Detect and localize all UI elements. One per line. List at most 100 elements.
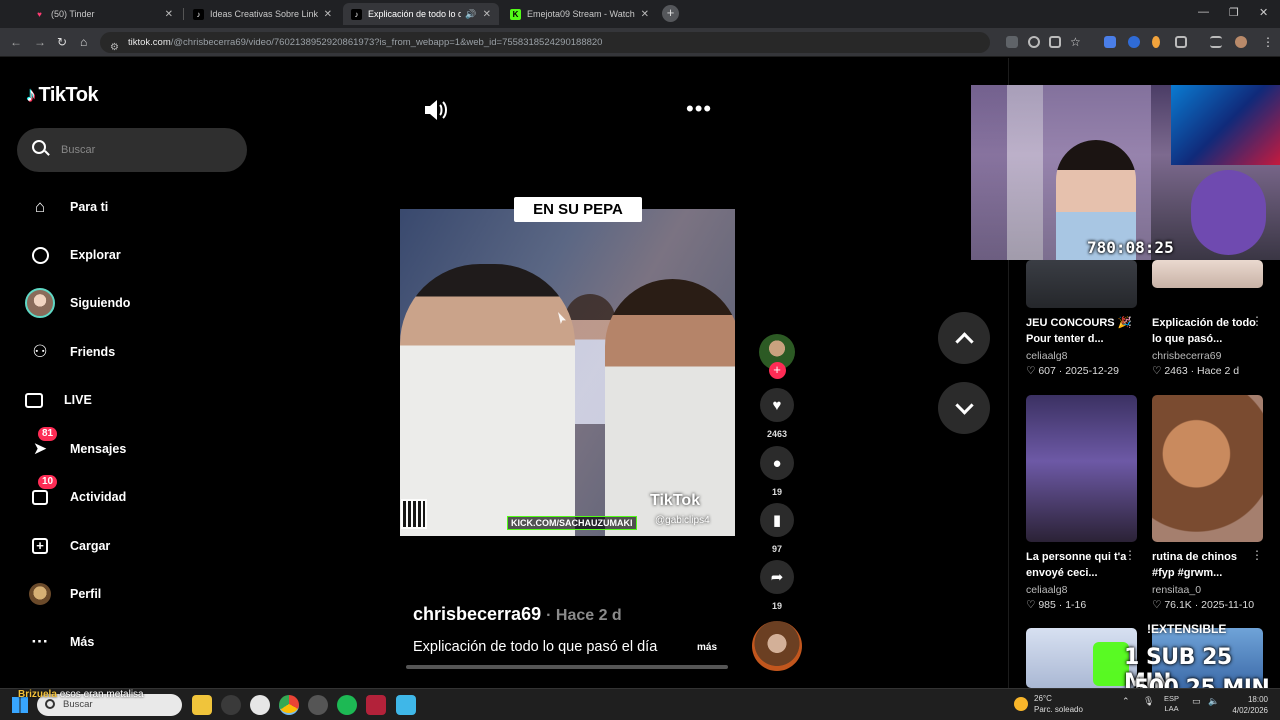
comment-action[interactable]: ● 19 — [757, 446, 797, 497]
chrome-icon[interactable] — [279, 695, 299, 715]
card-title[interactable]: La personne qui t'a envoyé ceci... — [1026, 549, 1136, 581]
url-bar[interactable]: ⚙ tiktok.com/@chrisbecerra69/video/76021… — [100, 32, 990, 53]
card-title[interactable]: Explicación de todo lo que pasó... — [1152, 315, 1262, 347]
clock[interactable]: 18:00 4/02/2026 — [1228, 694, 1268, 716]
new-tab-button[interactable]: + — [662, 5, 679, 22]
language-indicator[interactable]: ESP LAA — [1164, 694, 1179, 714]
extension-orange-icon[interactable] — [1152, 36, 1160, 48]
search-box[interactable] — [17, 128, 247, 172]
video-thumbnail[interactable] — [1152, 260, 1263, 288]
extensions-puzzle-icon[interactable] — [1175, 36, 1187, 48]
profile-avatar-icon[interactable] — [1235, 36, 1247, 48]
next-creator-avatar[interactable] — [752, 621, 802, 671]
tab-title: Emejota09 Stream - Watch Live — [527, 9, 635, 19]
more-description-link[interactable]: más — [697, 642, 717, 653]
spotify-icon[interactable] — [337, 695, 357, 715]
audio-playing-icon[interactable]: 🔊 — [465, 9, 476, 20]
bookmark-star-icon[interactable]: ☆ — [1070, 35, 1081, 49]
card-menu-icon[interactable]: ⋮ — [1251, 548, 1263, 562]
video-progress-bar[interactable] — [406, 665, 728, 669]
steam-icon[interactable] — [221, 695, 241, 715]
tab-tinder[interactable]: ♥ (50) Tinder ✕ — [26, 3, 181, 25]
tiktok-favicon-icon: ♪ — [193, 8, 204, 20]
card-menu-icon[interactable]: ⋮ — [1251, 314, 1263, 328]
notepad-icon[interactable] — [396, 695, 416, 715]
share-icon[interactable]: ➦ — [760, 560, 794, 594]
sidebar-item-para-ti[interactable]: ⌂ Para ti — [24, 191, 108, 223]
tab-close-icon[interactable]: ✕ — [641, 9, 649, 20]
share-action[interactable]: ➦ 19 — [757, 560, 797, 611]
sidebar-item-actividad[interactable]: 10 Actividad — [24, 475, 126, 513]
tab-close-icon[interactable]: ✕ — [165, 9, 173, 20]
sidebar-item-mensajes[interactable]: ➤ 81 Mensajes — [24, 427, 126, 465]
sidebar-item-perfil[interactable]: Perfil — [24, 578, 101, 610]
next-video-button[interactable] — [938, 382, 990, 434]
weather-widget[interactable]: 26°C Parc. soleado — [1014, 693, 1083, 715]
mic-icon[interactable]: 🎙 — [1143, 696, 1154, 707]
card-user[interactable]: celiaalg8 — [1026, 350, 1067, 362]
video-thumbnail[interactable] — [1152, 395, 1263, 542]
tab-close-icon[interactable]: ✕ — [324, 9, 332, 20]
tab-linkin[interactable]: ♪ Ideas Creativas Sobre Linkin Pa ✕ — [185, 3, 340, 25]
bookmark-icon[interactable]: ▮ — [760, 503, 794, 537]
volume-icon[interactable] — [423, 98, 449, 122]
card-user[interactable]: rensitaa_0 — [1152, 584, 1201, 596]
translate-icon[interactable] — [1006, 36, 1018, 48]
follow-plus-icon[interactable]: + — [768, 362, 786, 379]
maximize-icon[interactable]: ❐ — [1229, 6, 1239, 19]
extension-translate-icon[interactable] — [1104, 36, 1116, 48]
sidebar-item-explorar[interactable]: Explorar — [24, 239, 121, 271]
card-menu-icon[interactable]: ⋮ — [1124, 314, 1136, 328]
tab-explicacion-active[interactable]: ♪ Explicación de todo lo que 🔊 ✕ — [343, 3, 499, 25]
tab-search-icon[interactable] — [1210, 36, 1222, 48]
zoom-icon[interactable] — [1028, 36, 1040, 48]
previous-video-button[interactable] — [938, 312, 990, 364]
tiktok-logo[interactable]: ♪ TikTok — [26, 84, 99, 107]
sidebar-item-live[interactable]: LIVE — [18, 384, 92, 416]
reload-icon[interactable]: ↻ — [57, 35, 67, 49]
back-arrow-icon[interactable]: ← — [10, 35, 22, 49]
overwatch-icon[interactable] — [250, 695, 270, 715]
tab-kick-stream[interactable]: K Emejota09 Stream - Watch Live ✕ — [502, 3, 657, 25]
extension-audio-icon[interactable] — [1128, 36, 1140, 48]
file-explorer-icon[interactable] — [192, 695, 212, 715]
sidebar-item-siguiendo[interactable]: Siguiendo — [24, 287, 130, 319]
browser-menu-icon[interactable]: ⋮ — [1262, 35, 1274, 49]
card-menu-icon[interactable]: ⋮ — [1124, 548, 1136, 562]
app-icon[interactable] — [308, 695, 328, 715]
tray-chevron-icon[interactable]: ⌃ — [1122, 696, 1130, 707]
sidebar-item-cargar[interactable]: + Cargar — [24, 530, 110, 562]
video-thumbnail[interactable] — [1026, 395, 1137, 542]
home-button-icon[interactable]: ⌂ — [80, 35, 87, 49]
heart-icon[interactable]: ♥ — [760, 388, 794, 422]
site-info-icon[interactable]: ⚙ — [110, 37, 119, 53]
card-meta: ♡ 76.1K · 2025-11-10 — [1152, 599, 1255, 611]
share-count: 19 — [771, 601, 782, 611]
card-title[interactable]: rutina de chinos #fyp #grwm... — [1152, 549, 1262, 581]
like-action[interactable]: ♥ 2463 — [757, 388, 797, 439]
network-icon[interactable]: ▭ — [1192, 696, 1201, 707]
video-thumbnail[interactable] — [1026, 260, 1137, 308]
video-options-icon[interactable]: ••• — [686, 96, 712, 122]
video-player[interactable]: KICK.COM/SACHAUZUMAKI TikTok @gabiclips4 — [400, 209, 735, 536]
card-title[interactable]: JEU CONCOURS 🎉 Pour tenter d... — [1026, 315, 1136, 347]
card-likes: 607 — [1038, 365, 1056, 377]
sidebar-item-mas[interactable]: ··· Más — [24, 626, 95, 658]
card-user[interactable]: chrisbecerra69 — [1152, 350, 1221, 362]
video-author[interactable]: chrisbecerra69 · Hace 2 d — [413, 604, 622, 625]
speaker-icon[interactable]: 🔈 — [1208, 696, 1219, 707]
author-name[interactable]: chrisbecerra69 — [413, 604, 541, 624]
creator-avatar-button[interactable]: + — [757, 334, 797, 379]
install-app-icon[interactable] — [1049, 36, 1061, 48]
comment-icon[interactable]: ● — [760, 446, 794, 480]
forward-arrow-icon[interactable]: → — [34, 35, 46, 49]
search-input[interactable] — [61, 128, 241, 172]
valorant-icon[interactable] — [366, 695, 386, 715]
windows-taskbar: Buscar 26°C Parc. soleado ⌃ 🎙 ESP LAA ▭ 🔈 … — [0, 688, 1280, 720]
save-action[interactable]: ▮ 97 — [757, 503, 797, 554]
card-user[interactable]: celiaalg8 — [1026, 584, 1067, 596]
sidebar-item-friends[interactable]: ⚇ Friends — [24, 336, 115, 368]
tab-close-icon[interactable]: ✕ — [483, 9, 491, 20]
close-window-icon[interactable]: ✕ — [1259, 6, 1268, 19]
minimize-icon[interactable]: — — [1198, 6, 1209, 18]
